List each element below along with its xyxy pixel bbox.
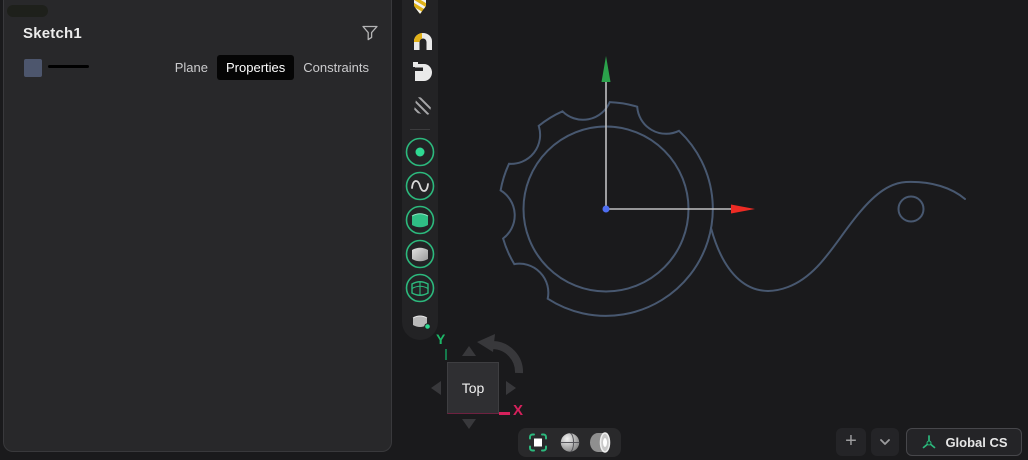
tab-properties[interactable]: Properties [217, 55, 294, 80]
sketch-axes [602, 56, 756, 214]
add-button-label: + [845, 430, 857, 453]
surface-filled-tool-icon[interactable] [407, 207, 434, 234]
coordinate-system-icon [920, 433, 938, 451]
spline-tool-icon[interactable] [407, 173, 434, 200]
drill-bit-icon[interactable] [410, 0, 430, 18]
spline-curve[interactable] [711, 182, 965, 291]
x-axis-arrow [731, 205, 755, 214]
sketch-toolbar [402, 0, 438, 340]
surface-point-tool-icon[interactable] [413, 316, 430, 329]
sketch-properties-panel: Sketch1 Plane Properties Constraints [3, 0, 392, 452]
rotate-right-arrow[interactable] [506, 381, 516, 395]
tab-plane[interactable]: Plane [166, 55, 217, 80]
tab-constraints[interactable]: Constraints [294, 55, 378, 80]
cylinder-view-icon[interactable] [590, 433, 610, 452]
color-swatch[interactable] [24, 59, 42, 77]
viewcube-x-tick [499, 412, 510, 415]
rotate-cw-arrowhead[interactable] [477, 334, 495, 352]
rotate-down-arrow[interactable] [462, 419, 476, 429]
point-tool-icon[interactable] [407, 139, 434, 166]
panel-tabs: Plane Properties Constraints [166, 55, 378, 80]
viewcube-y-tick [445, 349, 447, 360]
toolbar-divider [410, 129, 430, 130]
panel-title: Sketch1 [23, 25, 82, 42]
expand-button[interactable] [871, 428, 899, 456]
shaded-sphere-icon[interactable] [561, 433, 579, 451]
small-circle[interactable] [899, 197, 924, 222]
viewcube-top-face[interactable]: Top [447, 362, 499, 414]
surface-gray-tool-icon[interactable] [407, 241, 434, 268]
global-cs-label: Global CS [945, 435, 1007, 450]
mesh-surface-tool-icon[interactable] [407, 275, 434, 302]
panel-drag-handle[interactable] [7, 5, 48, 17]
y-axis-arrow [602, 56, 611, 82]
sweep-icon[interactable] [414, 32, 432, 50]
line-style-preview [48, 65, 89, 68]
zoom-to-fit-icon[interactable] [530, 435, 546, 451]
origin-point[interactable] [603, 206, 610, 213]
rotate-up-arrow[interactable] [462, 346, 476, 356]
global-cs-button[interactable]: Global CS [906, 428, 1022, 456]
add-button[interactable]: + [836, 428, 866, 456]
view-tools-pill [518, 428, 621, 457]
hatch-icon[interactable] [402, 92, 438, 130]
chevron-down-icon [877, 434, 893, 450]
rotate-left-arrow[interactable] [431, 381, 441, 395]
solid-body-icon[interactable] [413, 62, 432, 81]
viewcube-x-label: X [513, 402, 523, 419]
filter-icon[interactable] [361, 24, 379, 42]
